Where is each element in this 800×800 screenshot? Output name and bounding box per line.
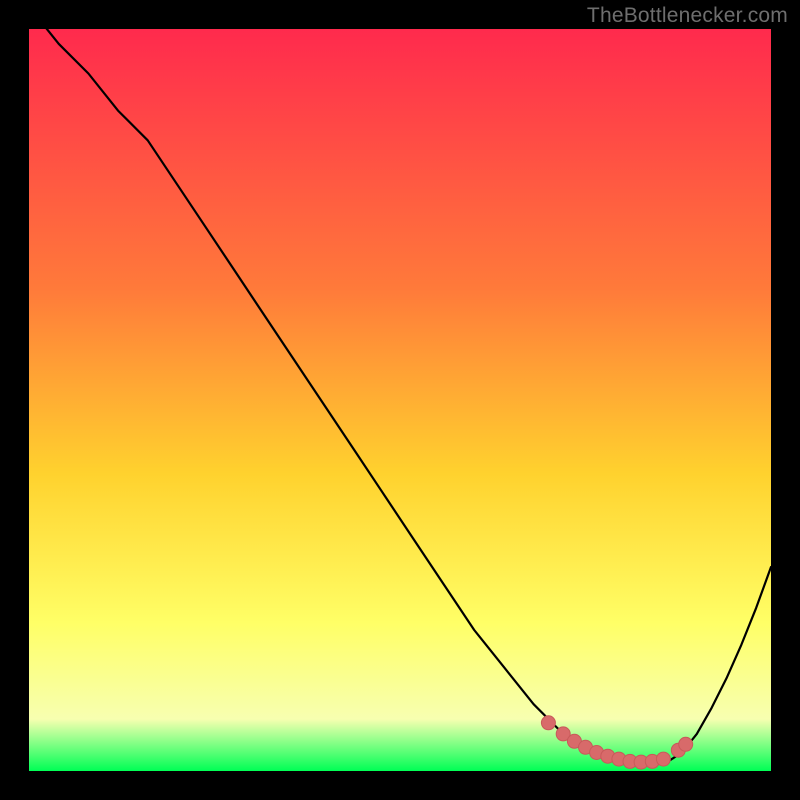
chart-frame: TheBottlenecker.com <box>0 0 800 800</box>
optimal-marker <box>541 716 555 730</box>
gradient-background <box>29 29 771 771</box>
bottleneck-chart <box>29 29 771 771</box>
plot-area <box>29 29 771 771</box>
watermark-text: TheBottlenecker.com <box>587 4 788 28</box>
optimal-marker <box>679 737 693 751</box>
optimal-marker <box>656 752 670 766</box>
